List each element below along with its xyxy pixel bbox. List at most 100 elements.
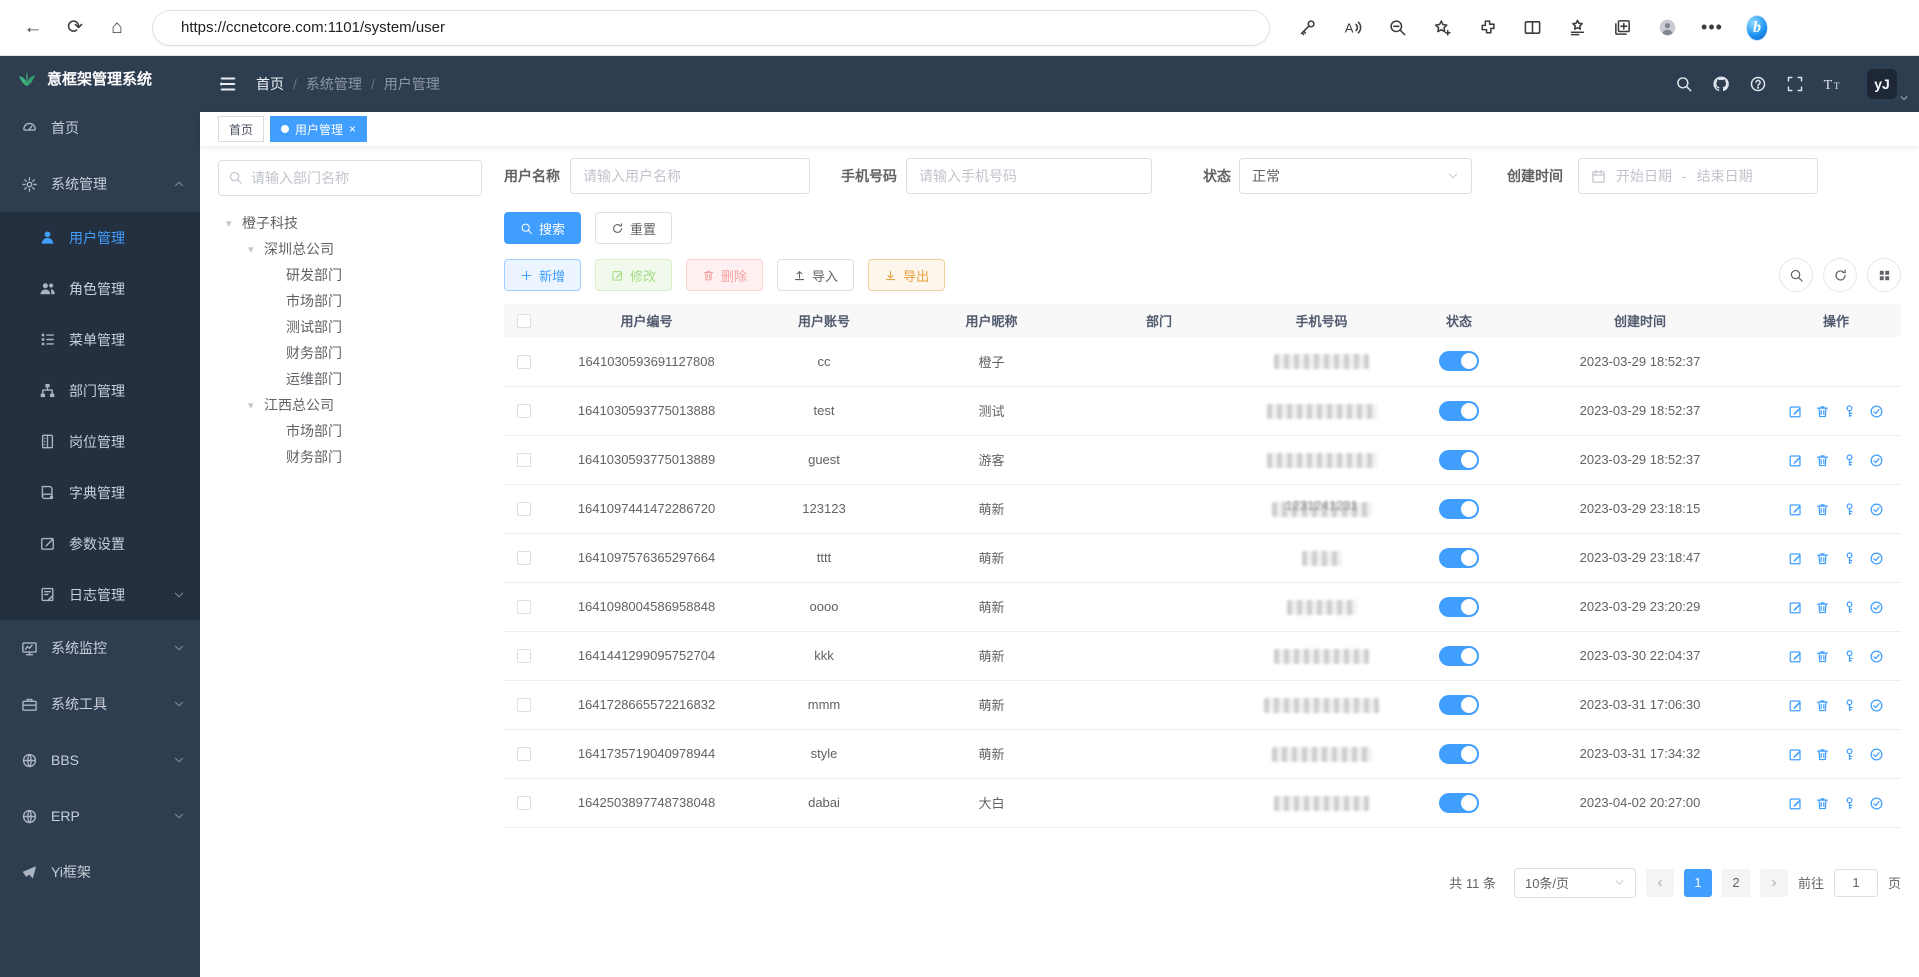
- search-button[interactable]: 搜索: [504, 212, 581, 244]
- row-action-key-icon[interactable]: [1842, 796, 1857, 811]
- extensions-icon[interactable]: [1476, 17, 1498, 39]
- goto-page-input[interactable]: [1834, 869, 1878, 897]
- row-action-edit-icon[interactable]: [1788, 796, 1803, 811]
- tree-node-市场部门[interactable]: 市场部门: [218, 418, 482, 444]
- row-action-check-circle-icon[interactable]: [1869, 600, 1884, 615]
- tree-node-财务部门[interactable]: 财务部门: [218, 444, 482, 470]
- sidebar-item-用户管理[interactable]: 用户管理: [0, 212, 200, 263]
- split-screen-icon[interactable]: [1521, 17, 1543, 39]
- close-tab-icon[interactable]: ×: [349, 122, 356, 136]
- row-checkbox[interactable]: [517, 551, 531, 565]
- row-checkbox[interactable]: [517, 453, 531, 467]
- 删除-button[interactable]: 删除: [686, 259, 763, 291]
- row-action-check-circle-icon[interactable]: [1869, 404, 1884, 419]
- row-action-trash-icon[interactable]: [1815, 600, 1830, 615]
- row-checkbox[interactable]: [517, 355, 531, 369]
- phone-input[interactable]: [906, 158, 1152, 194]
- prev-page-button[interactable]: ‹: [1646, 869, 1674, 897]
- sidebar-item-参数设置[interactable]: 参数设置: [0, 518, 200, 569]
- row-action-trash-icon[interactable]: [1815, 502, 1830, 517]
- breadcrumb-item-用户管理[interactable]: 用户管理: [384, 74, 440, 94]
- status-toggle[interactable]: [1439, 401, 1479, 421]
- row-action-trash-icon[interactable]: [1815, 796, 1830, 811]
- sidebar-item-ERP[interactable]: ERP: [0, 788, 200, 844]
- row-action-check-circle-icon[interactable]: [1869, 502, 1884, 517]
- status-toggle[interactable]: [1439, 499, 1479, 519]
- sidebar-fold-icon[interactable]: [218, 74, 238, 94]
- font-size-icon[interactable]: TT: [1822, 74, 1842, 94]
- tab-用户管理[interactable]: 用户管理×: [270, 116, 367, 142]
- row-action-edit-icon[interactable]: [1788, 600, 1803, 615]
- help-icon[interactable]: [1748, 74, 1768, 94]
- sidebar-item-首页[interactable]: 首页: [0, 100, 200, 156]
- row-action-edit-icon[interactable]: [1788, 502, 1803, 517]
- row-action-trash-icon[interactable]: [1815, 404, 1830, 419]
- status-toggle[interactable]: [1439, 646, 1479, 666]
- row-checkbox[interactable]: [517, 502, 531, 516]
- browser-refresh-button[interactable]: ⟳: [58, 11, 92, 45]
- row-action-key-icon[interactable]: [1842, 453, 1857, 468]
- status-toggle[interactable]: [1439, 695, 1479, 715]
- browser-back-button[interactable]: ←: [16, 11, 50, 45]
- caret-down-icon[interactable]: ▾: [248, 243, 264, 256]
- row-action-key-icon[interactable]: [1842, 747, 1857, 762]
- 新增-button[interactable]: 新增: [504, 259, 581, 291]
- page-size-select[interactable]: 10条/页: [1514, 868, 1636, 898]
- browser-home-button[interactable]: ⌂: [100, 11, 134, 45]
- tree-node-江西总公司[interactable]: ▾江西总公司: [218, 392, 482, 418]
- app-logo[interactable]: 意框架管理系统: [0, 56, 200, 100]
- 导入-button[interactable]: 导入: [777, 259, 854, 291]
- search-circle-button[interactable]: [1779, 258, 1813, 292]
- row-checkbox[interactable]: [517, 698, 531, 712]
- reset-button[interactable]: 重置: [595, 212, 672, 244]
- favorites-bar-icon[interactable]: [1566, 17, 1588, 39]
- favorite-add-icon[interactable]: [1431, 17, 1453, 39]
- sidebar-item-字典管理[interactable]: 字典管理: [0, 467, 200, 518]
- status-toggle[interactable]: [1439, 793, 1479, 813]
- sidebar-item-日志管理[interactable]: 日志管理: [0, 569, 200, 620]
- sidebar-item-岗位管理[interactable]: 岗位管理: [0, 416, 200, 467]
- collections-icon[interactable]: [1611, 17, 1633, 39]
- sidebar-item-BBS[interactable]: BBS: [0, 732, 200, 788]
- caret-down-icon[interactable]: ▾: [226, 217, 242, 230]
- row-action-edit-icon[interactable]: [1788, 404, 1803, 419]
- status-toggle[interactable]: [1439, 351, 1479, 371]
- row-action-check-circle-icon[interactable]: [1869, 698, 1884, 713]
- tree-node-运维部门[interactable]: 运维部门: [218, 366, 482, 392]
- status-toggle[interactable]: [1439, 597, 1479, 617]
- tree-node-深圳总公司[interactable]: ▾深圳总公司: [218, 236, 482, 262]
- tree-node-测试部门[interactable]: 测试部门: [218, 314, 482, 340]
- 导出-button[interactable]: 导出: [868, 259, 945, 291]
- row-checkbox[interactable]: [517, 649, 531, 663]
- page-button-2[interactable]: 2: [1722, 869, 1750, 897]
- fullscreen-icon[interactable]: [1785, 74, 1805, 94]
- row-action-check-circle-icon[interactable]: [1869, 453, 1884, 468]
- sidebar-item-部门管理[interactable]: 部门管理: [0, 365, 200, 416]
- page-button-1[interactable]: 1: [1684, 869, 1712, 897]
- key-icon[interactable]: [1296, 17, 1318, 39]
- row-action-key-icon[interactable]: [1842, 551, 1857, 566]
- status-select[interactable]: 正常: [1239, 158, 1472, 194]
- caret-down-icon[interactable]: ▾: [248, 399, 264, 412]
- row-checkbox[interactable]: [517, 747, 531, 761]
- row-action-edit-icon[interactable]: [1788, 747, 1803, 762]
- sidebar-item-角色管理[interactable]: 角色管理: [0, 263, 200, 314]
- row-action-check-circle-icon[interactable]: [1869, 747, 1884, 762]
- grid-circle-button[interactable]: [1867, 258, 1901, 292]
- zoom-out-icon[interactable]: [1386, 17, 1408, 39]
- row-action-check-circle-icon[interactable]: [1869, 796, 1884, 811]
- row-action-check-circle-icon[interactable]: [1869, 649, 1884, 664]
- row-action-edit-icon[interactable]: [1788, 551, 1803, 566]
- row-action-key-icon[interactable]: [1842, 502, 1857, 517]
- row-action-trash-icon[interactable]: [1815, 649, 1830, 664]
- tree-node-橙子科技[interactable]: ▾橙子科技: [218, 210, 482, 236]
- sidebar-item-系统工具[interactable]: 系统工具: [0, 676, 200, 732]
- next-page-button[interactable]: ›: [1760, 869, 1788, 897]
- row-checkbox[interactable]: [517, 600, 531, 614]
- row-action-key-icon[interactable]: [1842, 600, 1857, 615]
- row-checkbox[interactable]: [517, 404, 531, 418]
- row-action-edit-icon[interactable]: [1788, 453, 1803, 468]
- row-action-check-circle-icon[interactable]: [1869, 551, 1884, 566]
- tree-node-财务部门[interactable]: 财务部门: [218, 340, 482, 366]
- refresh-circle-button[interactable]: [1823, 258, 1857, 292]
